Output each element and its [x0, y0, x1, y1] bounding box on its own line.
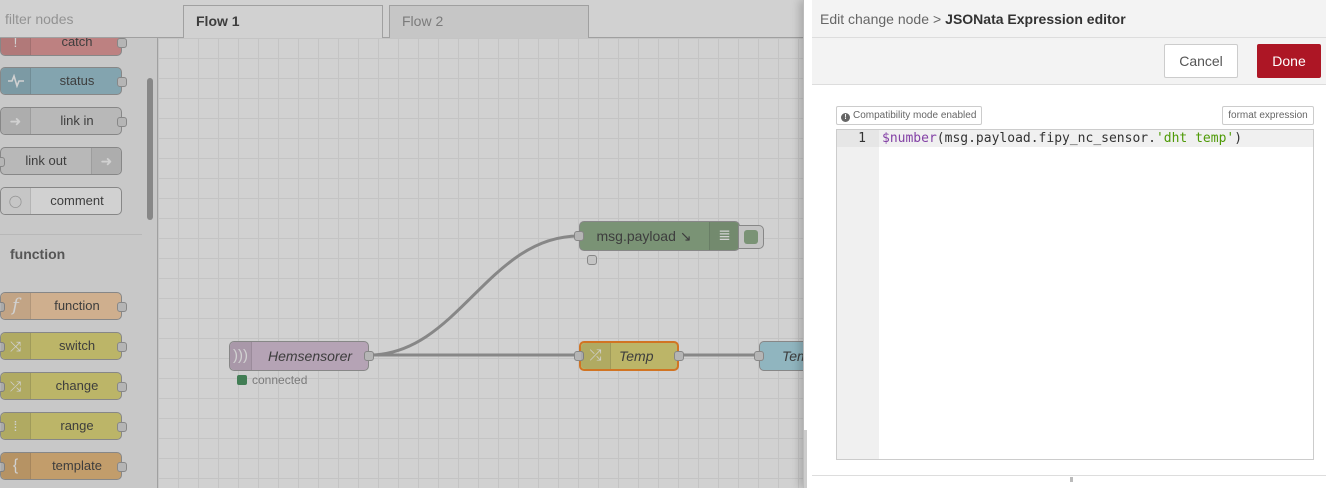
code-function-token: $number [882, 131, 937, 146]
editor-gutter [837, 130, 879, 459]
scrollbar-thumb[interactable] [1070, 477, 1073, 482]
info-icon: ! [841, 113, 850, 122]
tray-body: ! Compatibility mode enabled format expre… [812, 85, 1326, 488]
code-path-token: (msg.payload.fipy_nc_sensor. [936, 131, 1156, 146]
modal-shade[interactable] [0, 0, 803, 488]
code-line[interactable]: $number(msg.payload.fipy_nc_sensor.'dht … [879, 130, 1313, 147]
code-string-token: 'dht temp' [1155, 131, 1235, 146]
cancel-button[interactable]: Cancel [1164, 44, 1238, 78]
expression-code-editor[interactable]: 1 $number(msg.payload.fipy_nc_sensor.'dh… [836, 129, 1314, 460]
format-expression-button[interactable]: format expression [1222, 106, 1314, 125]
breadcrumb-current: JSONata Expression editor [945, 11, 1126, 27]
breadcrumb-separator: > [932, 11, 942, 27]
tray-resize-handle[interactable] [804, 430, 807, 488]
tray-toolbar: Cancel Done [812, 38, 1326, 85]
code-close-token: ) [1234, 131, 1243, 146]
line-number: 1 [837, 130, 879, 147]
editor-tray: Edit change node > JSONata Expression edit… [803, 0, 1326, 488]
tray-horizontal-scrollbar[interactable] [812, 475, 1326, 482]
compatibility-mode-label: Compatibility mode enabled [853, 110, 977, 121]
breadcrumb-edit-change-node[interactable]: Edit change node [820, 11, 929, 27]
compatibility-mode-badge[interactable]: ! Compatibility mode enabled [836, 106, 983, 125]
tray-header: Edit change node > JSONata Expression edit… [812, 0, 1326, 38]
done-button[interactable]: Done [1257, 44, 1321, 78]
node-red-editor: ! catch status ➜ link in link out ➜ [0, 0, 1326, 488]
